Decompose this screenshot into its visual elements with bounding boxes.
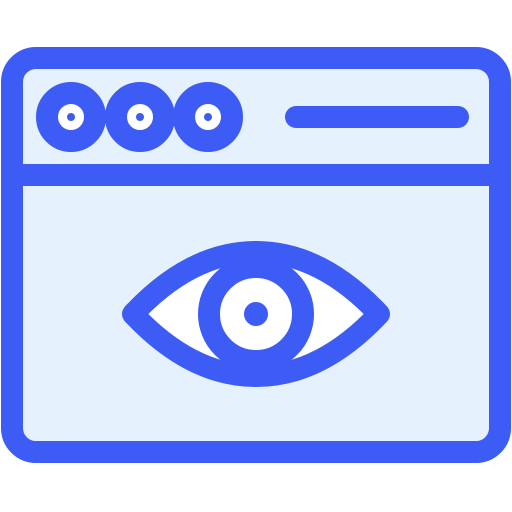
window-controls: [36, 82, 243, 152]
browser-window-eye-icon: [1, 47, 511, 463]
window-dot-3-center: [204, 113, 212, 121]
window-dot-2-center: [136, 113, 144, 121]
icon-canvas: [0, 0, 512, 512]
eye-icon: [122, 241, 390, 387]
window-dot-1-center: [67, 113, 75, 121]
eye-pupil: [244, 302, 268, 326]
